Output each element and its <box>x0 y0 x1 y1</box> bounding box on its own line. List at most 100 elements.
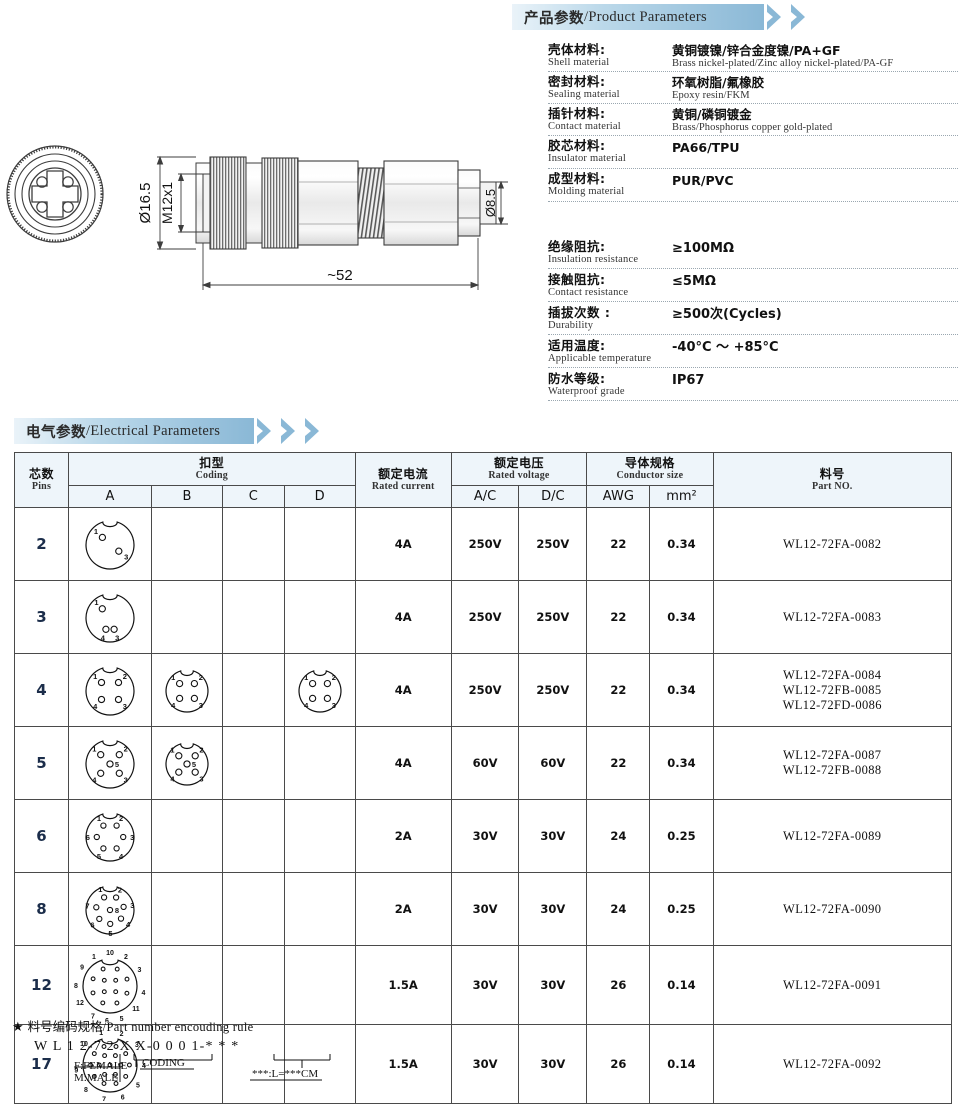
star-icon: ★ <box>12 1020 24 1035</box>
th-conductor-size-cn: 导体规格 <box>624 456 675 470</box>
cell-part-no: WL12-72FA-0083 <box>712 580 953 654</box>
table-row: 5 1 2 4 3 5 1 2 4 3 5 4A 60V 60V 22 0.34 WL12-72FA-0087 W… <box>14 726 953 800</box>
param-value: IP67 <box>672 371 958 389</box>
svg-text:6: 6 <box>86 833 90 842</box>
cell-awg: 22 <box>586 580 651 654</box>
param-label: 接触阻抗: Contact resistance <box>548 272 672 299</box>
th-coding-c: C <box>221 485 285 508</box>
svg-text:5: 5 <box>192 760 196 769</box>
svg-text:8: 8 <box>74 983 78 990</box>
electrical-parameters-title-cn: 电气参数 <box>26 424 86 441</box>
part-number: WL12-72FA-0089 <box>783 828 882 843</box>
th-coding-a: A <box>67 485 152 508</box>
cell-rated-current: 1.5A <box>354 945 452 1025</box>
cell-part-no: WL12-72FA-0082 <box>712 507 953 581</box>
param-label-en: Molding material <box>548 186 625 197</box>
chevron-right-icon <box>790 4 812 30</box>
param-label-cn: 适用温度: <box>548 338 606 353</box>
param-label: 密封材料: Sealing material <box>548 74 672 101</box>
cell-pins: 6 <box>14 799 69 873</box>
cell-coding-d <box>283 799 356 873</box>
param-value: ≤5MΩ <box>672 272 958 290</box>
svg-text:7: 7 <box>102 1097 106 1102</box>
cell-coding-c <box>221 507 285 581</box>
svg-text:8: 8 <box>115 906 119 915</box>
th-voltage-dc: D/C <box>518 485 588 508</box>
param-label-cn: 插拔次数 : <box>548 305 611 320</box>
electrical-parameters-banner: 电气参数 / Electrical Parameters <box>14 418 326 444</box>
param-label: 绝缘阻抗: Insulation resistance <box>548 239 672 266</box>
cell-mm2: 0.34 <box>649 507 714 581</box>
th-conductor-size: 导体规格 Conductor size <box>586 452 714 486</box>
part-number: WL12-72FA-0082 <box>783 536 882 551</box>
svg-text:1: 1 <box>92 954 96 961</box>
svg-text:3: 3 <box>331 701 335 710</box>
cell-rated-current: 2A <box>354 872 452 946</box>
th-coding-b: B <box>150 485 223 508</box>
param-label: 壳体材料: Shell material <box>548 42 672 69</box>
part-number: WL12-72FA-0090 <box>783 901 882 916</box>
electrical-parameters-banner-label: 电气参数 / Electrical Parameters <box>14 418 254 444</box>
svg-text:11: 11 <box>132 1006 140 1013</box>
svg-text:3: 3 <box>124 776 128 785</box>
cell-mm2: 0.25 <box>649 799 714 873</box>
param-row-sealing-material: 密封材料: Sealing material 环氧树脂/氟橡胶 Epoxy re… <box>548 72 958 104</box>
cell-rated-current: 4A <box>354 507 452 581</box>
cell-mm2: 0.14 <box>649 1024 714 1104</box>
svg-text:1: 1 <box>170 746 174 755</box>
encoding-note-length: ***:L=***CM <box>252 1068 318 1080</box>
th-pins-en: Pins <box>31 481 52 492</box>
cell-coding-d <box>283 580 356 654</box>
cell-mm2: 0.34 <box>649 653 714 727</box>
encoding-note-coding: CODING <box>142 1057 185 1069</box>
svg-text:2: 2 <box>118 885 122 894</box>
cell-awg: 22 <box>586 507 651 581</box>
cell-coding-c <box>221 580 285 654</box>
cell-coding-a: 12435 <box>67 726 152 800</box>
cell-pins: 8 <box>14 872 69 946</box>
param-label-en: Contact material <box>548 121 621 132</box>
chevron-right-icon <box>256 418 278 444</box>
svg-text:3: 3 <box>137 967 141 974</box>
svg-text:6: 6 <box>121 1095 125 1102</box>
svg-text:2: 2 <box>199 673 203 682</box>
cell-rated-current: 4A <box>354 726 452 800</box>
cell-coding-b <box>150 507 223 581</box>
svg-text:2: 2 <box>124 954 128 961</box>
param-value: PUR/PVC <box>672 171 958 188</box>
th-mm2: mm² <box>649 485 714 508</box>
cell-voltage-dc: 30V <box>518 945 588 1025</box>
part-number: WL12-72FB-0085 <box>782 682 882 697</box>
cell-coding-d: 1243 <box>283 653 356 727</box>
connector-side-view <box>195 156 497 250</box>
table-row: 4 1 2 4 3 1 2 4 3 1 2 4 3 4A 250V 250V 22 0.34 WL12-72FA-0… <box>14 653 953 727</box>
param-label-cn: 胶芯材料: <box>548 138 606 153</box>
param-label: 插针材料: Contact material <box>548 106 672 133</box>
table-row: 12 10 1 2 3 4 11 5 6 7 12 8 9 1.5A 30V 30V 26 0.14 WL12-72… <box>14 945 953 1025</box>
param-value-cn: 黄铜/磷铜镀金 <box>672 107 752 122</box>
cell-voltage-ac: 250V <box>450 653 520 727</box>
param-label: 适用温度: Applicable temperature <box>548 338 672 365</box>
cell-coding-c <box>221 799 285 873</box>
svg-text:7: 7 <box>85 902 89 911</box>
param-row-insulation-resistance: 绝缘阻抗: Insulation resistance ≥100MΩ <box>548 236 958 269</box>
svg-text:9: 9 <box>80 965 84 972</box>
svg-text:6: 6 <box>90 921 94 930</box>
cell-voltage-ac: 30V <box>450 799 520 873</box>
th-part-no-cn: 料号 <box>819 467 845 481</box>
svg-text:1: 1 <box>304 673 308 682</box>
table-header-row-1: 芯数 Pins 扣型 Coding 额定电流 Rated current 额定电… <box>14 452 953 508</box>
param-row-contact-resistance: 接触阻抗: Contact resistance ≤5MΩ <box>548 269 958 302</box>
cell-mm2: 0.25 <box>649 872 714 946</box>
svg-text:5: 5 <box>108 929 112 938</box>
cell-coding-a: 123456 <box>67 799 152 873</box>
svg-text:2: 2 <box>123 672 127 681</box>
part-number: WL12-72FA-0087 <box>783 748 882 762</box>
electrical-parameters-title-en: Electrical Parameters <box>90 422 221 439</box>
cell-voltage-ac: 30V <box>450 872 520 946</box>
cell-coding-a: 12345678 <box>67 872 152 946</box>
cell-awg: 24 <box>586 872 651 946</box>
encoding-rule-title-en: Part number encouding rule <box>106 1020 254 1034</box>
cell-mm2: 0.34 <box>649 726 714 800</box>
svg-text:2: 2 <box>331 673 335 682</box>
